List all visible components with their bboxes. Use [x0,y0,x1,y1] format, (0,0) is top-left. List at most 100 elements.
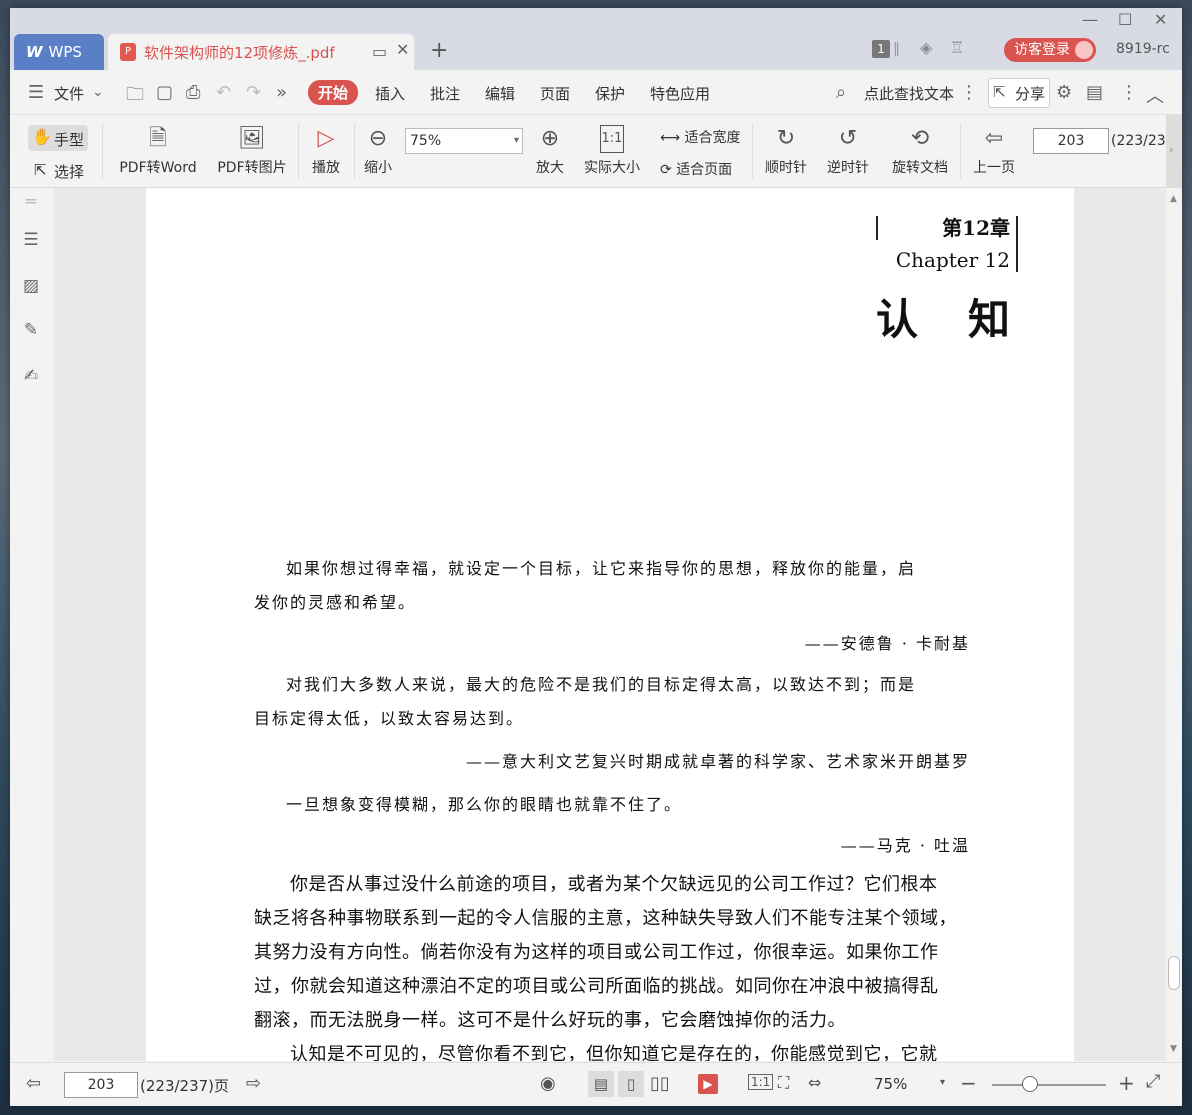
menu-start[interactable]: 开始 [308,80,359,105]
rotate-document-button[interactable]: ⟲ 旋转文档 [886,125,954,177]
window-switcher[interactable]: 1 ‖ [872,40,900,58]
save-icon[interactable]: ▢ [156,82,173,103]
maximize-icon[interactable]: ☐ [1118,10,1132,29]
outline-icon[interactable]: ☰ [21,230,41,250]
comment-icon[interactable]: ▤ [1086,82,1103,103]
close-window-icon[interactable]: ✕ [1154,10,1167,29]
window-count-badge: 1 [872,40,890,58]
actual-size-status-icon[interactable]: 1:1 [748,1074,774,1090]
screen-icon[interactable]: ▭ [372,42,387,61]
scroll-up-icon[interactable]: ▲ [1170,194,1177,204]
fit-width-status-icon[interactable]: ⇔ [808,1073,821,1092]
scroll-down-icon[interactable]: ▼ [1170,1044,1177,1054]
settings-icon[interactable]: ⚙ [1056,82,1072,103]
actual-size-label: 实际大小 [584,160,640,176]
more-tools-icon[interactable]: » [276,82,287,103]
undo-icon[interactable]: ↶ [216,82,231,103]
annotation-icon[interactable]: ✎ [21,320,41,340]
pdf-to-image-button[interactable]: 🖼 PDF转图片 [214,125,290,177]
signature-icon[interactable]: ✍ [21,366,41,386]
close-tab-icon[interactable]: ✕ [396,40,409,59]
wps-window: W WPS P 软件架构师的12项修炼_.pdf ▭ ✕ + — ☐ ✕ 1 ‖… [10,8,1182,1106]
more-options-icon[interactable]: ⋮ [1120,82,1138,103]
hand-tool-button[interactable]: ✋ 手型 [28,125,88,151]
body-paragraph-1: 你是否从事过没什么前途的项目，或者为某个欠缺远见的公司工作过？它们根本 缺乏将各… [254,868,1010,1038]
quote-1: 如果你想过得幸福，就设定一个目标，让它来指导你的思想，释放你的能量，启 发你的灵… [254,552,1010,620]
zoom-out-button[interactable]: ⊖ 缩小 [360,125,396,177]
status-page-input[interactable]: 203 [64,1072,138,1098]
redo-icon[interactable]: ↷ [246,82,261,103]
fit-width-button[interactable]: ⟷ 适合宽度 [660,127,741,147]
menu-features[interactable]: 特色应用 [650,83,710,104]
vertical-scrollbar[interactable]: ▲ ▼ [1166,188,1182,1061]
menu-edit[interactable]: 编辑 [485,83,515,104]
select-tool-button[interactable]: ⇱ 选择 [28,157,88,183]
previous-page-button[interactable]: ⇦ 上一页 [968,125,1020,177]
zoom-slider-knob[interactable] [1022,1076,1038,1092]
rotate-ccw-icon: ↺ [838,126,858,151]
rotate-clockwise-button[interactable]: ↻ 顺时针 [760,125,812,177]
rotate-cw-label: 顺时针 [765,160,807,176]
rotate-cw-icon: ↻ [776,126,796,151]
next-page-arrow-icon[interactable]: ⇨ [246,1073,261,1094]
guest-login-button[interactable]: 访客登录 [1004,38,1096,62]
menu-page[interactable]: 页面 [540,83,570,104]
menu-insert[interactable]: 插入 [375,83,405,104]
search-icon[interactable]: ⌕ [836,82,846,103]
zoom-slider-track[interactable] [992,1084,1106,1086]
minimize-icon[interactable]: — [1082,10,1098,29]
zoom-dropdown-icon[interactable]: ▾ [940,1077,945,1088]
left-navigation-pane: ═ ☰ ▨ ✎ ✍ [10,188,54,1061]
fit-page-label: 适合页面 [676,162,733,178]
thumbnail-icon[interactable]: ▨ [21,276,41,296]
rotate-document-icon: ⟲ [910,126,930,151]
print-icon[interactable]: ⎙ [186,82,200,103]
menu-bar: ☰ 文件 ⌄ 🗀 ▢ ⎙ ↶ ↷ » 开始 插入 批注 编辑 页面 保护 特色应… [10,70,1182,115]
actual-size-button[interactable]: 1:1 实际大小 [580,125,644,177]
pdf-to-word-button[interactable]: 🗎 PDF转Word [114,125,202,177]
zoom-in-icon: ⊕ [540,126,560,151]
continuous-page-icon[interactable]: ▤ [588,1071,614,1097]
chevron-down-icon[interactable]: ⌄ [92,84,104,100]
eye-protection-icon[interactable]: ◉ [540,1073,556,1094]
skin-icon[interactable]: ◈ [920,38,932,57]
quote-1-line-2: 发你的灵感和希望。 [254,593,417,612]
share-button[interactable]: ⇱ 分享 [988,78,1050,108]
single-page-icon[interactable]: ▯ [618,1071,644,1097]
shirt-icon[interactable]: ♖ [950,38,964,57]
zoom-in-button[interactable]: ⊕ 放大 [532,125,568,177]
pdf-file-icon: P [120,43,136,61]
drag-handle-icon[interactable]: ═ [21,192,41,212]
collapse-ribbon-icon[interactable]: ︿ [1146,82,1164,108]
menu-protect[interactable]: 保护 [595,83,625,104]
more-vertical-icon[interactable]: ⋮ [960,82,978,103]
page-number-input[interactable]: 203 [1033,128,1109,154]
status-zoom-value[interactable]: 75% [874,1075,907,1093]
actual-size-icon: 1:1 [600,125,624,153]
menu-file[interactable]: 文件 [54,83,84,104]
toolbar-scroll-right[interactable]: › [1166,115,1182,187]
body-line: 其努力没有方向性。倘若你没有为这样的项目或公司工作过，你很幸运。如果你工作 [254,942,939,963]
slideshow-play-icon[interactable]: ▶ [698,1074,718,1094]
chapter-title: 认知 [875,295,1060,344]
prev-page-arrow-icon[interactable]: ⇦ [26,1073,41,1094]
play-button[interactable]: ▷ 播放 [306,125,346,177]
fit-page-button[interactable]: ⟳ 适合页面 [660,159,732,179]
document-tab[interactable]: P 软件架构师的12项修炼_.pdf ▭ ✕ [108,34,414,70]
scroll-thumb[interactable] [1168,956,1180,990]
zoom-select[interactable]: 75% ▾ [405,128,523,154]
two-page-icon[interactable]: ▯▯ [650,1073,670,1094]
wps-home-tab[interactable]: W WPS [14,34,104,70]
open-folder-icon[interactable]: 🗀 [126,82,144,112]
hamburger-icon[interactable]: ☰ [28,82,44,103]
new-tab-icon[interactable]: + [430,38,448,63]
rotate-counterclockwise-button[interactable]: ↺ 逆时针 [822,125,874,177]
menu-annotate[interactable]: 批注 [430,83,460,104]
fit-page-status-icon[interactable]: ⛶ [778,1073,789,1093]
zoom-plus-icon[interactable]: + [1118,1071,1135,1095]
fullscreen-icon[interactable]: ⤢ [1146,1071,1160,1092]
find-text-button[interactable]: 点此查找文本 [864,83,954,104]
body-line: 缺乏将各种事物联系到一起的令人信服的主意，这种缺失导致人们不能专注某个领域， [254,908,957,929]
pdf-to-image-icon: 🖼 [238,126,266,151]
zoom-minus-icon[interactable]: − [960,1071,977,1095]
